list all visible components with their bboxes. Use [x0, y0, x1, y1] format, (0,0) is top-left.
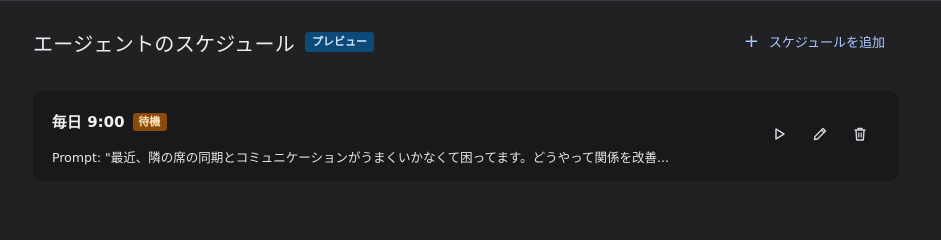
agent-schedule-panel: エージェントのスケジュール プレビュー + スケジュールを追加 毎日 9:00 …: [0, 0, 941, 212]
pencil-icon: [813, 127, 827, 141]
schedule-prompt: Prompt: "最近、隣の席の同期とコミュニケーションがうまくいかなくて困って…: [52, 150, 669, 165]
status-badge: 待機: [132, 112, 167, 131]
schedule-time: 毎日 9:00: [52, 113, 125, 131]
trash-icon: [854, 127, 866, 141]
panel-header: エージェントのスケジュール プレビュー: [33, 28, 375, 56]
play-icon: [775, 128, 785, 140]
run-now-button[interactable]: [771, 125, 789, 143]
plus-icon: +: [743, 30, 759, 52]
delete-schedule-button[interactable]: [851, 125, 869, 143]
schedule-card-header: 毎日 9:00 待機: [52, 111, 167, 132]
schedule-actions: [771, 125, 869, 143]
add-schedule-label: スケジュールを追加: [768, 36, 885, 51]
page-title: エージェントのスケジュール: [33, 31, 296, 56]
schedule-card: 毎日 9:00 待機 Prompt: "最近、隣の席の同期とコミュニケーションが…: [33, 91, 899, 181]
preview-badge: プレビュー: [305, 32, 375, 52]
add-schedule-button[interactable]: + スケジュールを追加: [744, 32, 885, 51]
edit-schedule-button[interactable]: [811, 125, 829, 143]
